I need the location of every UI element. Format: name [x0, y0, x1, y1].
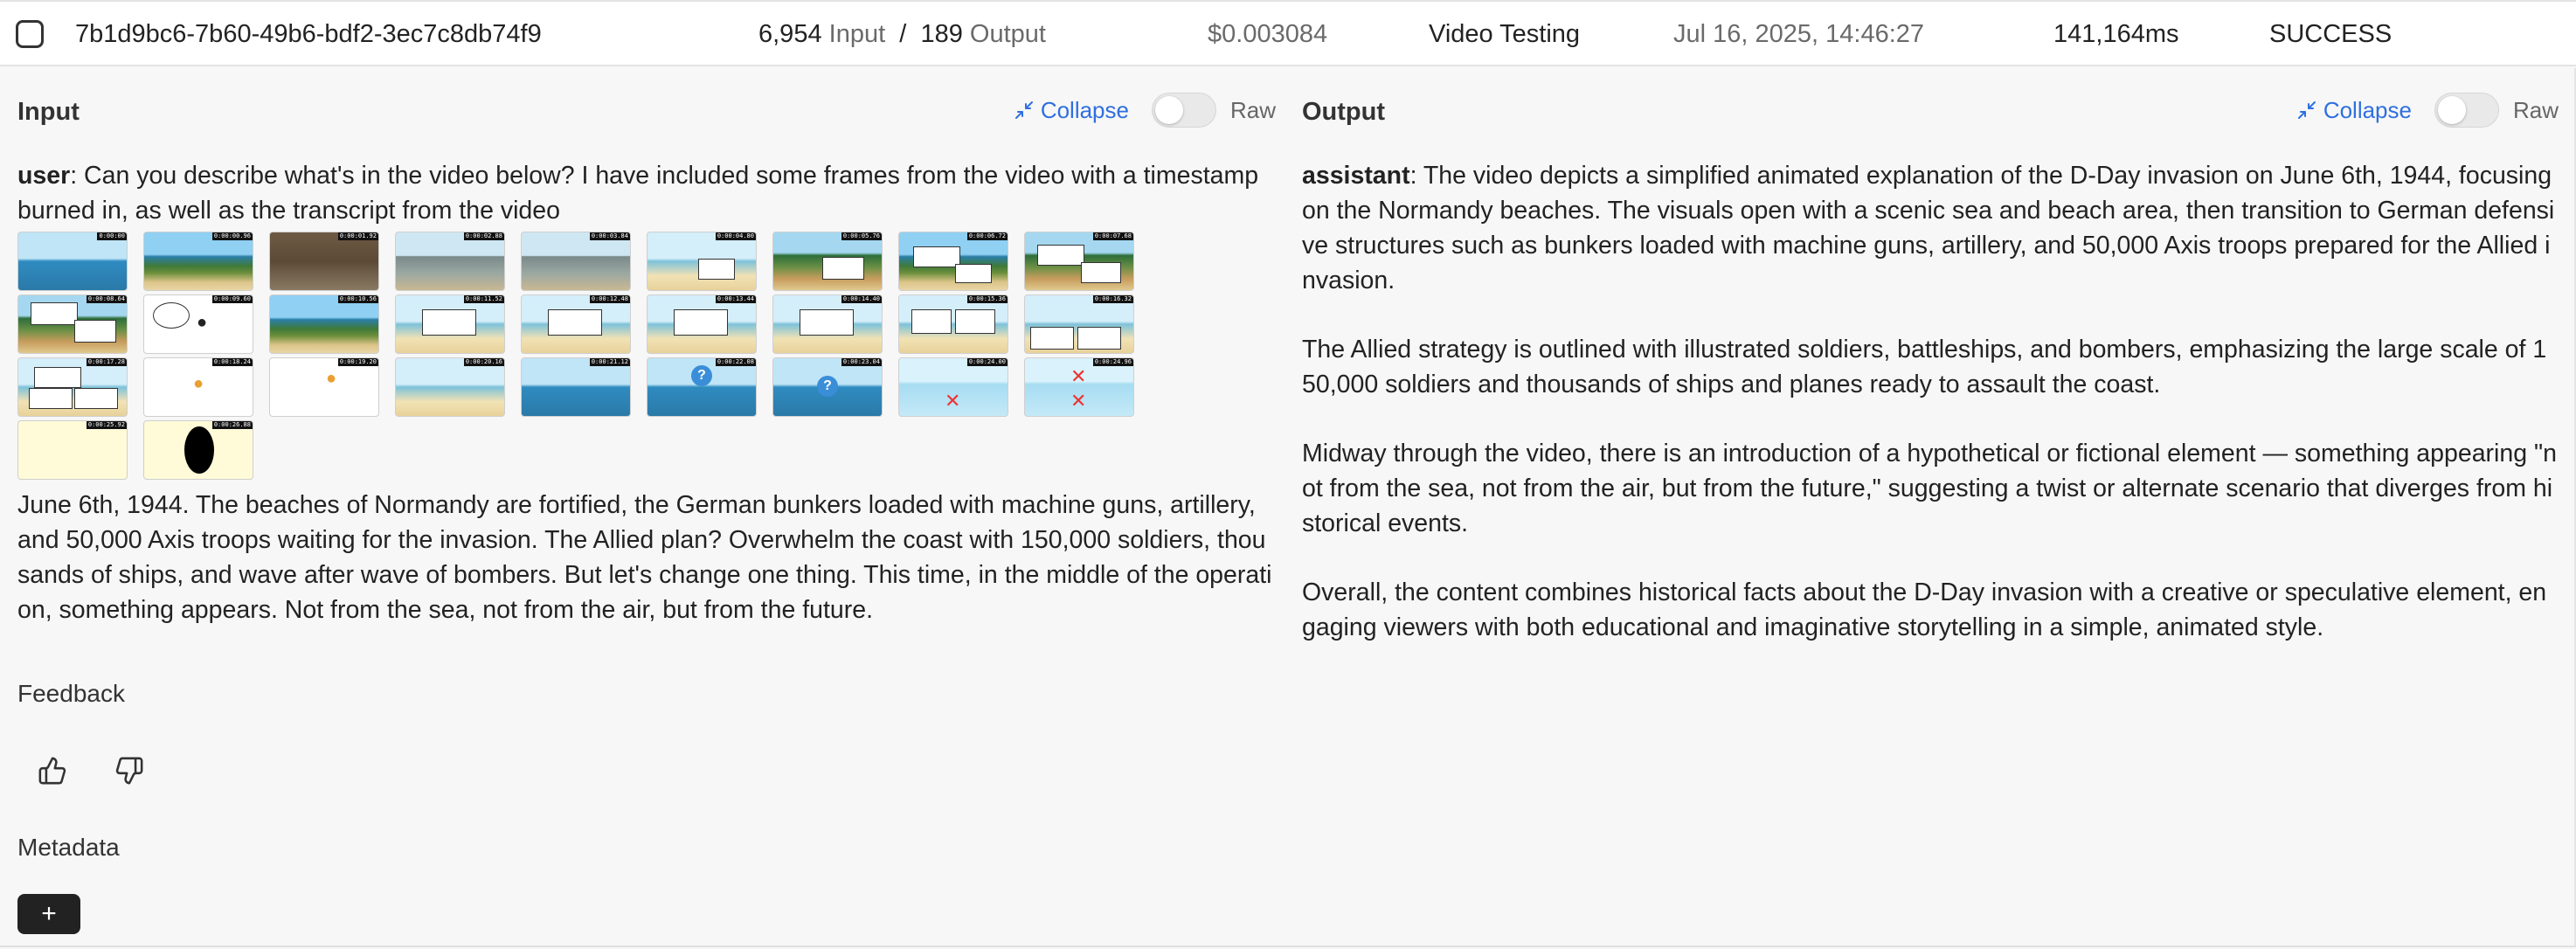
video-frame-thumbnail[interactable]: 0:00:00.96 [143, 232, 253, 291]
input-panel: Input Collapse Raw user: Can you describ… [17, 68, 1276, 946]
output-panel: Output Collapse Raw assistant: The video… [1302, 68, 2559, 946]
output-collapse-label: Collapse [2323, 96, 2412, 123]
video-frame-thumbnail[interactable]: 0:00:16.32 [1024, 294, 1134, 354]
video-frame-thumbnail[interactable]: 0:00:15.36 [898, 294, 1008, 354]
input-raw-toggle[interactable] [1151, 93, 1216, 128]
thumbs-down-button[interactable] [112, 753, 147, 788]
assistant-paragraph-text: : The video depicts a simplified animate… [1302, 162, 2555, 294]
input-panel-title: Input [17, 98, 80, 126]
bottom-border [0, 946, 2576, 947]
output-token-label: Output [969, 20, 1046, 48]
video-frame-thumbnail[interactable]: 0:00:12.48 [521, 294, 631, 354]
assistant-paragraph: assistant: The video depicts a simplifie… [1302, 158, 2559, 298]
cost: $0.003084 [1208, 20, 1328, 48]
input-raw-label: Raw [1229, 96, 1276, 123]
output-token-count: 189 [920, 20, 963, 48]
video-frame-thumbnail[interactable]: 0:00:17.28 [17, 357, 128, 417]
latency: 141,164ms [2053, 20, 2179, 48]
output-raw-toggle[interactable] [2434, 93, 2499, 128]
video-frame-thumbnail[interactable]: 0:00:05.76 [772, 232, 883, 291]
video-frame-thumbnail[interactable]: 0:00:22.08? [647, 357, 757, 417]
output-collapse-button[interactable]: Collapse [2297, 97, 2412, 124]
row-checkbox[interactable] [16, 20, 44, 48]
token-usage: 6,954 Input / 189 Output [758, 2, 1046, 66]
status-label: SUCCESS [2269, 20, 2392, 48]
toggle-knob [1154, 96, 1183, 124]
add-metadata-button[interactable]: + [17, 894, 80, 934]
video-frame-thumbnail[interactable]: 0:00:25.92 [17, 420, 128, 480]
trace-name: Video Testing [1429, 20, 1581, 48]
video-frame-thumbnail[interactable]: 0:00:03.84 [521, 232, 631, 291]
video-frame-thumbnail[interactable]: 0:00:14.40 [772, 294, 883, 354]
assistant-paragraph: Midway through the video, there is an in… [1302, 440, 2557, 537]
video-frame-thumbnail[interactable]: 0:00:04.80 [647, 232, 757, 291]
assistant-paragraph: Overall, the content combines historical… [1302, 578, 2547, 641]
collapse-icon [2297, 101, 2316, 119]
user-message-text: : Can you describe what's in the video b… [17, 162, 1259, 225]
trace-id: 7b1d9bc6-7b60-49b6-bdf2-3ec7c8db74f9 [75, 20, 542, 48]
video-frame-thumbnail[interactable]: 0:00:00 [17, 232, 128, 291]
assistant-role-label: assistant [1302, 162, 1410, 190]
video-frame-thumbnail[interactable]: 0:00:24.96 ✕ ✕ [1024, 357, 1134, 417]
timestamp: Jul 16, 2025, 14:46:27 [1673, 20, 1925, 48]
user-message: user: Can you describe what's in the vid… [17, 158, 1276, 228]
trace-detail-view: 7b1d9bc6-7b60-49b6-bdf2-3ec7c8db74f9 6,9… [0, 0, 2576, 949]
input-collapse-label: Collapse [1040, 96, 1129, 123]
token-separator: / [899, 20, 907, 48]
output-panel-tools: Collapse Raw [2297, 91, 2559, 129]
video-frame-thumbnail[interactable]: 0:00:19.20 ● [269, 357, 379, 417]
video-frame-thumbnail[interactable]: 0:00:21.12 [521, 357, 631, 417]
output-raw-label: Raw [2512, 96, 2559, 123]
video-frame-thumbnail[interactable]: 0:00:24.00 ✕ [898, 357, 1008, 417]
video-frame-thumbnail[interactable]: 0:00:09.60 ● [143, 294, 253, 354]
input-collapse-button[interactable]: Collapse [1014, 97, 1129, 124]
video-frame-thumbnail[interactable]: 0:00:23.04? [772, 357, 883, 417]
video-frame-thumbnail[interactable]: 0:00:13.44 [647, 294, 757, 354]
video-frame-thumbnail[interactable]: 0:00:10.56 [269, 294, 379, 354]
video-frame-thumbnail[interactable]: 0:00:18.24 ● [143, 357, 253, 417]
video-frame-thumbnail[interactable]: 0:00:26.88 [143, 420, 253, 480]
thumbs-up-button[interactable] [35, 753, 70, 788]
input-token-label: Input [828, 20, 886, 48]
feedback-label: Feedback [17, 680, 125, 707]
input-panel-tools: Collapse Raw [1014, 91, 1276, 129]
user-role-label: user [17, 162, 71, 190]
video-frame-thumbnail[interactable]: 0:00:08.64 [17, 294, 128, 354]
video-frame-thumbnail[interactable]: 0:00:11.52 [395, 294, 505, 354]
thumbs-down-icon [115, 757, 143, 785]
video-frame-thumbnail[interactable]: 0:00:02.88 [395, 232, 505, 291]
video-frame-thumbnail[interactable]: 0:00:07.68 [1024, 232, 1134, 291]
transcript-text: June 6th, 1944. The beaches of Normandy … [17, 491, 1272, 624]
metadata-label: Metadata [17, 834, 120, 861]
assistant-paragraph: The Allied strategy is outlined with ill… [1302, 336, 2547, 398]
output-panel-title: Output [1302, 98, 1386, 126]
trace-row[interactable]: 7b1d9bc6-7b60-49b6-bdf2-3ec7c8db74f9 6,9… [0, 2, 2576, 66]
video-frame-thumbnail[interactable]: 0:00:20.16 [395, 357, 505, 417]
video-frame-thumbnail[interactable]: 0:00:01.92 [269, 232, 379, 291]
collapse-icon [1014, 101, 1033, 119]
toggle-knob [2437, 96, 2466, 124]
input-token-count: 6,954 [758, 20, 822, 48]
thumbs-up-icon [38, 757, 66, 785]
video-frame-thumbnail[interactable]: 0:00:06.72 [898, 232, 1008, 291]
